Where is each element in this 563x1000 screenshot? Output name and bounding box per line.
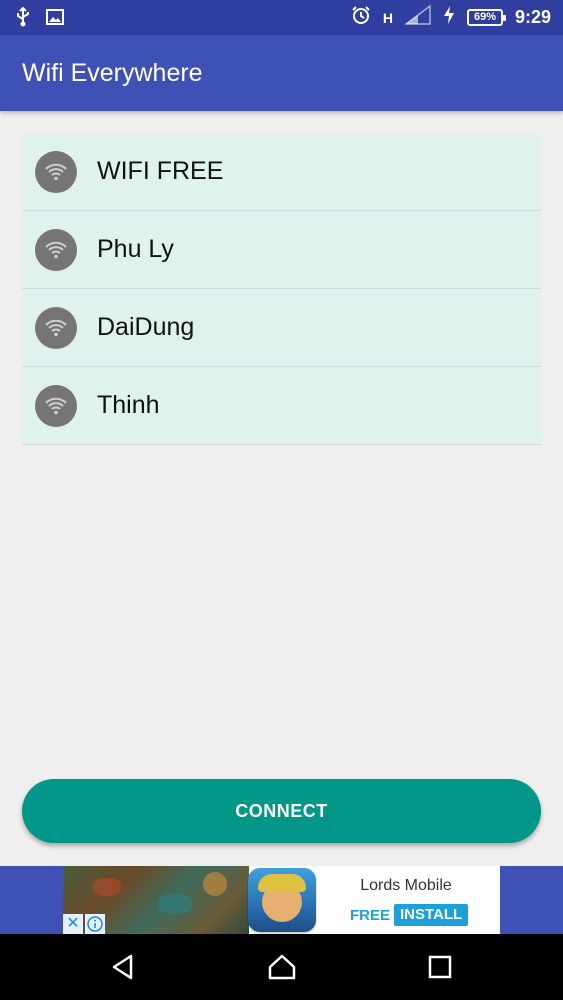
wifi-list-item[interactable]: Thinh	[22, 367, 541, 445]
wifi-list-item[interactable]: WIFI FREE	[22, 133, 541, 211]
ad-banner[interactable]: ✕ Lords Mobile FREE INSTALL	[63, 866, 500, 934]
ad-strip: ✕ Lords Mobile FREE INSTALL	[0, 866, 563, 934]
wifi-icon	[35, 307, 77, 349]
charging-icon	[443, 5, 455, 30]
wifi-icon	[35, 385, 77, 427]
status-time: 9:29	[514, 7, 551, 27]
home-icon[interactable]	[267, 952, 297, 982]
ad-install-button[interactable]: INSTALL	[394, 904, 469, 926]
ad-info-icon[interactable]	[85, 914, 105, 934]
battery-percent: 69%	[473, 11, 496, 23]
ad-app-icon[interactable]	[248, 868, 316, 932]
image-icon	[46, 9, 64, 30]
wifi-network-name: DaiDung	[97, 313, 195, 341]
recents-icon[interactable]	[425, 952, 455, 982]
battery-icon: 69%	[466, 9, 506, 26]
wifi-icon	[35, 229, 77, 271]
ad-title: Lords Mobile	[360, 877, 452, 894]
wifi-network-name: WIFI FREE	[97, 157, 224, 185]
wifi-network-list: WIFI FREE Phu Ly DaiDung Thinh	[22, 133, 541, 445]
ad-free-label: FREE	[350, 907, 391, 924]
wifi-icon	[35, 151, 77, 193]
wifi-list-item[interactable]: DaiDung	[22, 289, 541, 367]
app-bar: Wifi Everywhere	[0, 35, 563, 111]
signal-icon	[403, 4, 431, 30]
navigation-bar	[0, 934, 563, 1000]
wifi-list-item[interactable]: Phu Ly	[22, 211, 541, 289]
back-icon[interactable]	[108, 952, 138, 982]
wifi-network-name: Thinh	[97, 391, 160, 419]
alarm-icon	[351, 5, 371, 30]
app-title: Wifi Everywhere	[22, 59, 203, 87]
status-bar: H 69% 9:29	[0, 0, 563, 35]
usb-icon	[14, 6, 32, 32]
ad-close-icon[interactable]: ✕	[63, 914, 83, 934]
connect-button[interactable]: CONNECT	[22, 779, 541, 843]
wifi-network-name: Phu Ly	[97, 235, 174, 263]
network-type-label: H	[382, 9, 393, 26]
